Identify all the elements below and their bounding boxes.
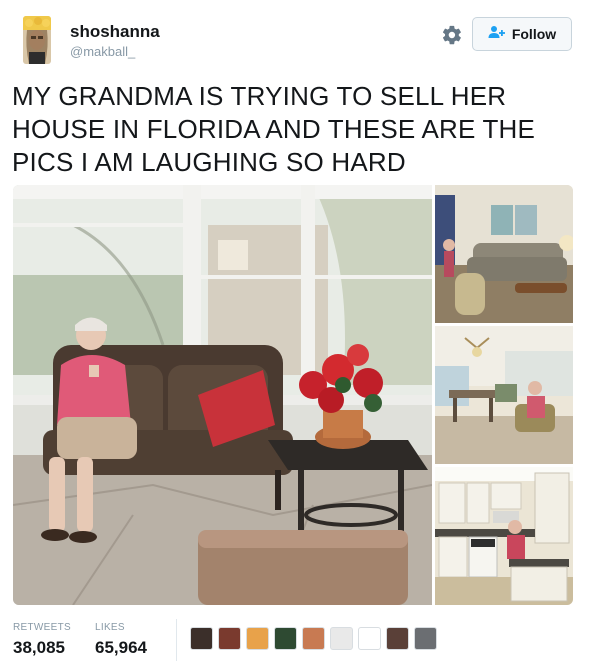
likes-label: LIKES [95, 622, 125, 633]
liker-avatars [190, 627, 437, 650]
liker-avatar-9[interactable] [414, 627, 437, 650]
display-name[interactable]: shoshanna [70, 22, 160, 42]
liker-avatar-1[interactable] [190, 627, 213, 650]
liker-avatar-4[interactable] [274, 627, 297, 650]
liker-avatar-3[interactable] [246, 627, 269, 650]
retweets-count[interactable]: 38,085 [13, 638, 65, 658]
tweet-text: MY GRANDMA IS TRYING TO SELL HER HOUSE I… [12, 81, 536, 177]
follow-button[interactable]: Follow [472, 17, 572, 51]
grandma-kitchen-photo[interactable] [435, 467, 573, 605]
liker-avatar-6[interactable] [330, 627, 353, 650]
media-grid [13, 185, 573, 605]
add-user-icon [488, 25, 506, 44]
liker-avatar-2[interactable] [218, 627, 241, 650]
user-avatar[interactable] [23, 16, 51, 64]
user-handle[interactable]: @makball_ [70, 44, 135, 59]
tweet-header: shoshanna @makball_ Follow [0, 0, 589, 72]
liker-avatar-8[interactable] [386, 627, 409, 650]
grandma-dining-area-photo[interactable] [435, 326, 573, 464]
liker-avatar-7[interactable] [358, 627, 381, 650]
grandma-on-porch-photo[interactable] [13, 185, 432, 605]
stats-divider [176, 619, 177, 661]
gear-icon[interactable] [441, 24, 463, 46]
grandma-living-room-photo[interactable] [435, 185, 573, 323]
retweets-label: RETWEETS [13, 622, 71, 633]
likes-count[interactable]: 65,964 [95, 638, 147, 658]
liker-avatar-5[interactable] [302, 627, 325, 650]
tweet-stats: RETWEETS 38,085 LIKES 65,964 [0, 613, 589, 665]
follow-button-label: Follow [511, 26, 557, 42]
